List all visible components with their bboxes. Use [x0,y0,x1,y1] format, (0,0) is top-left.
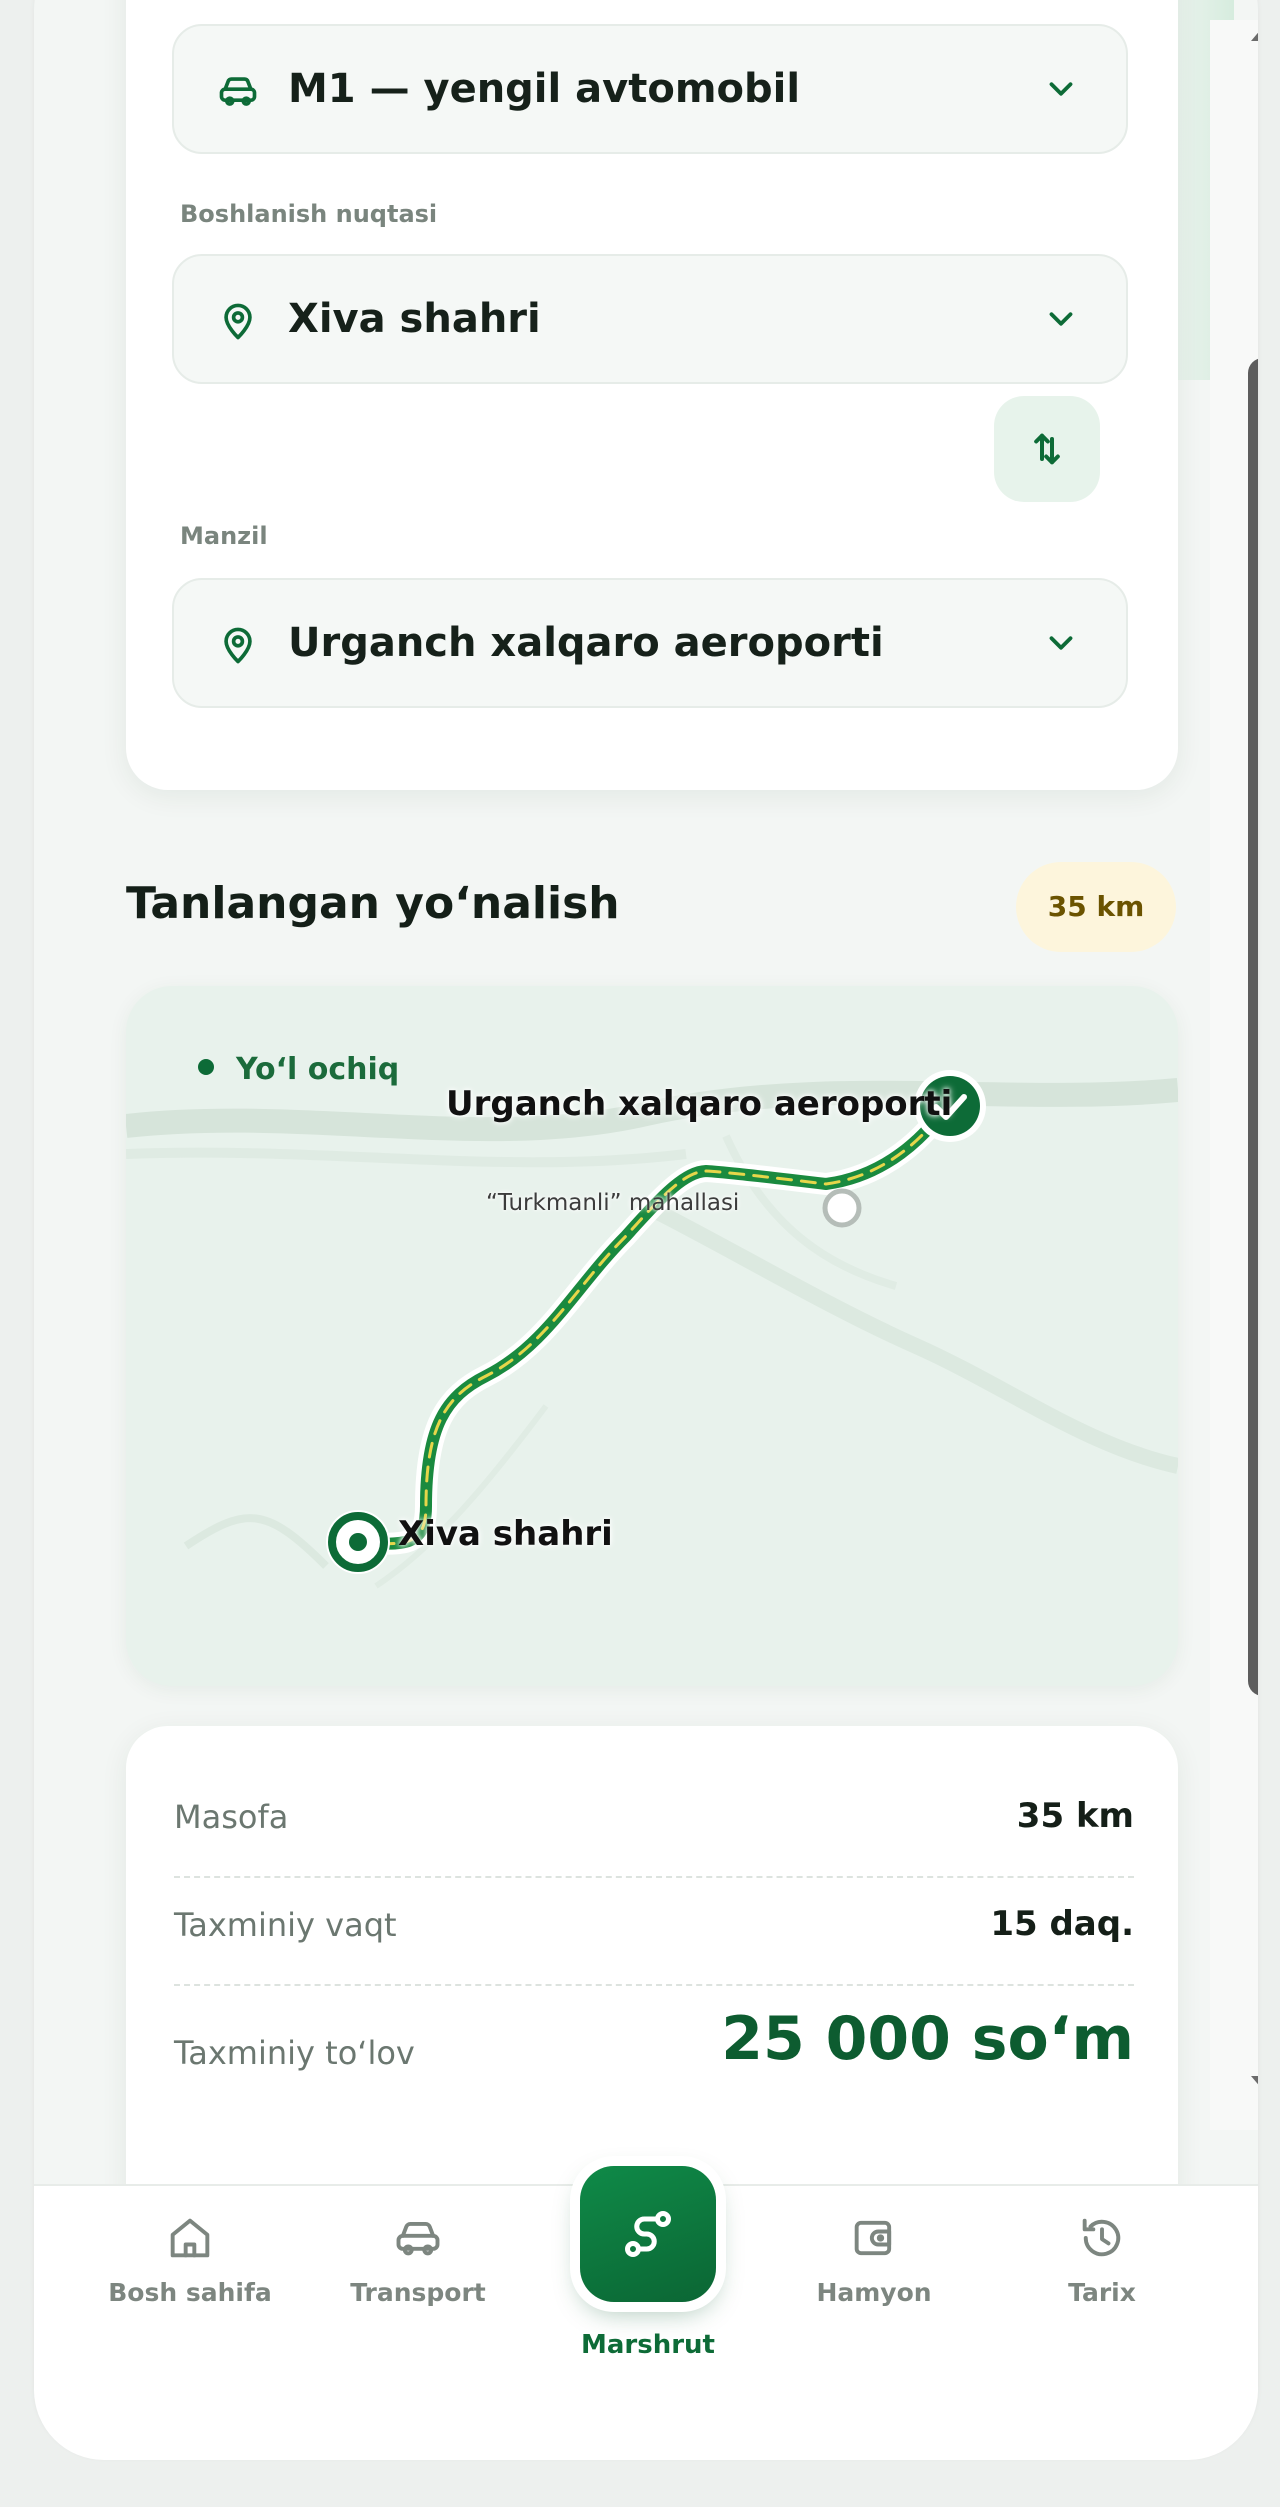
route-map[interactable]: Yo‘l ochiq Urganch xalqaro aeroporti “Tu… [126,986,1178,1686]
map-label-start: Xiva shahri [398,1514,613,1554]
nav-wallet-label: Hamyon [816,2278,932,2307]
location-pin-icon [224,303,252,340]
price-value: 25 000 so‘m [721,2004,1134,2074]
nav-history-label: Tarix [1068,2278,1136,2307]
swap-button[interactable] [994,396,1100,502]
chevron-down-icon [1049,82,1073,96]
destination-select[interactable]: Urganch xalqaro aeroporti [172,578,1128,708]
destination-value: Urganch xalqaro aeroporti [288,620,884,666]
road-status: Yo‘l ochiq [198,1052,399,1087]
destination-label: Manzil [180,522,268,550]
scrollbar-thumb[interactable] [1248,358,1258,1696]
nav-route-button[interactable] [580,2166,716,2302]
nav-transport-label: Transport [350,2278,486,2307]
selected-route-title: Tanlangan yo‘nalish [126,878,620,929]
time-value: 15 daq. [990,1904,1134,1944]
nav-history[interactable]: Tarix [1002,2212,1202,2307]
divider [174,1984,1134,1986]
wallet-icon [854,2220,892,2256]
bottom-nav: Bosh sahifa Transport Marshrut Hamyon Ta… [34,2166,1258,2460]
start-select[interactable]: Xiva shahri [172,254,1128,384]
nav-home[interactable]: Bosh sahifa [90,2212,290,2307]
route-icon [624,2210,672,2258]
distance-badge: 35 km [1016,862,1176,952]
divider [174,1876,1134,1878]
nav-route-label: Marshrut [581,2330,715,2360]
car-icon [396,2221,440,2256]
map-label-destination: Urganch xalqaro aeroporti [446,1084,953,1124]
status-dot [198,1058,214,1075]
trip-summary-card: Masofa 35 km Taxminiy vaqt 15 daq. Taxmi… [126,1726,1178,2226]
distance-label: Masofa [174,1798,289,1836]
price-label: Taxminiy to‘lov [174,2034,415,2072]
location-pin-icon [224,627,252,664]
home-icon [170,2218,210,2258]
scroll-down-arrow-icon[interactable] [1251,2076,1258,2089]
start-value: Xiva shahri [288,296,541,342]
swap-vertical-icon [1034,433,1060,465]
route-form-card: M1 — yengil avtomobil Boshlanish nuqtasi… [126,0,1178,790]
map-label-waypoint: “Turkmanli” mahallasi [486,1190,740,1216]
distance-value: 35 km [1016,1796,1134,1836]
chevron-down-icon [1049,636,1073,650]
vehicle-select[interactable]: M1 — yengil avtomobil [172,24,1128,154]
history-icon [1082,2218,1121,2257]
car-icon [219,77,257,106]
road-status-text: Yo‘l ochiq [236,1052,400,1087]
vehicle-value: M1 — yengil avtomobil [288,66,801,112]
time-label: Taxminiy vaqt [174,1906,397,1944]
chevron-down-icon [1049,312,1073,326]
phone-frame: M1 — yengil avtomobil Boshlanish nuqtasi… [34,0,1258,2456]
nav-transport[interactable]: Transport [318,2212,518,2307]
scroll-up-arrow-icon[interactable] [1251,28,1258,41]
nav-wallet[interactable]: Hamyon [774,2212,974,2307]
waypoint-marker [822,1188,862,1228]
nav-home-label: Bosh sahifa [108,2278,272,2307]
start-label: Boshlanish nuqtasi [180,200,438,228]
